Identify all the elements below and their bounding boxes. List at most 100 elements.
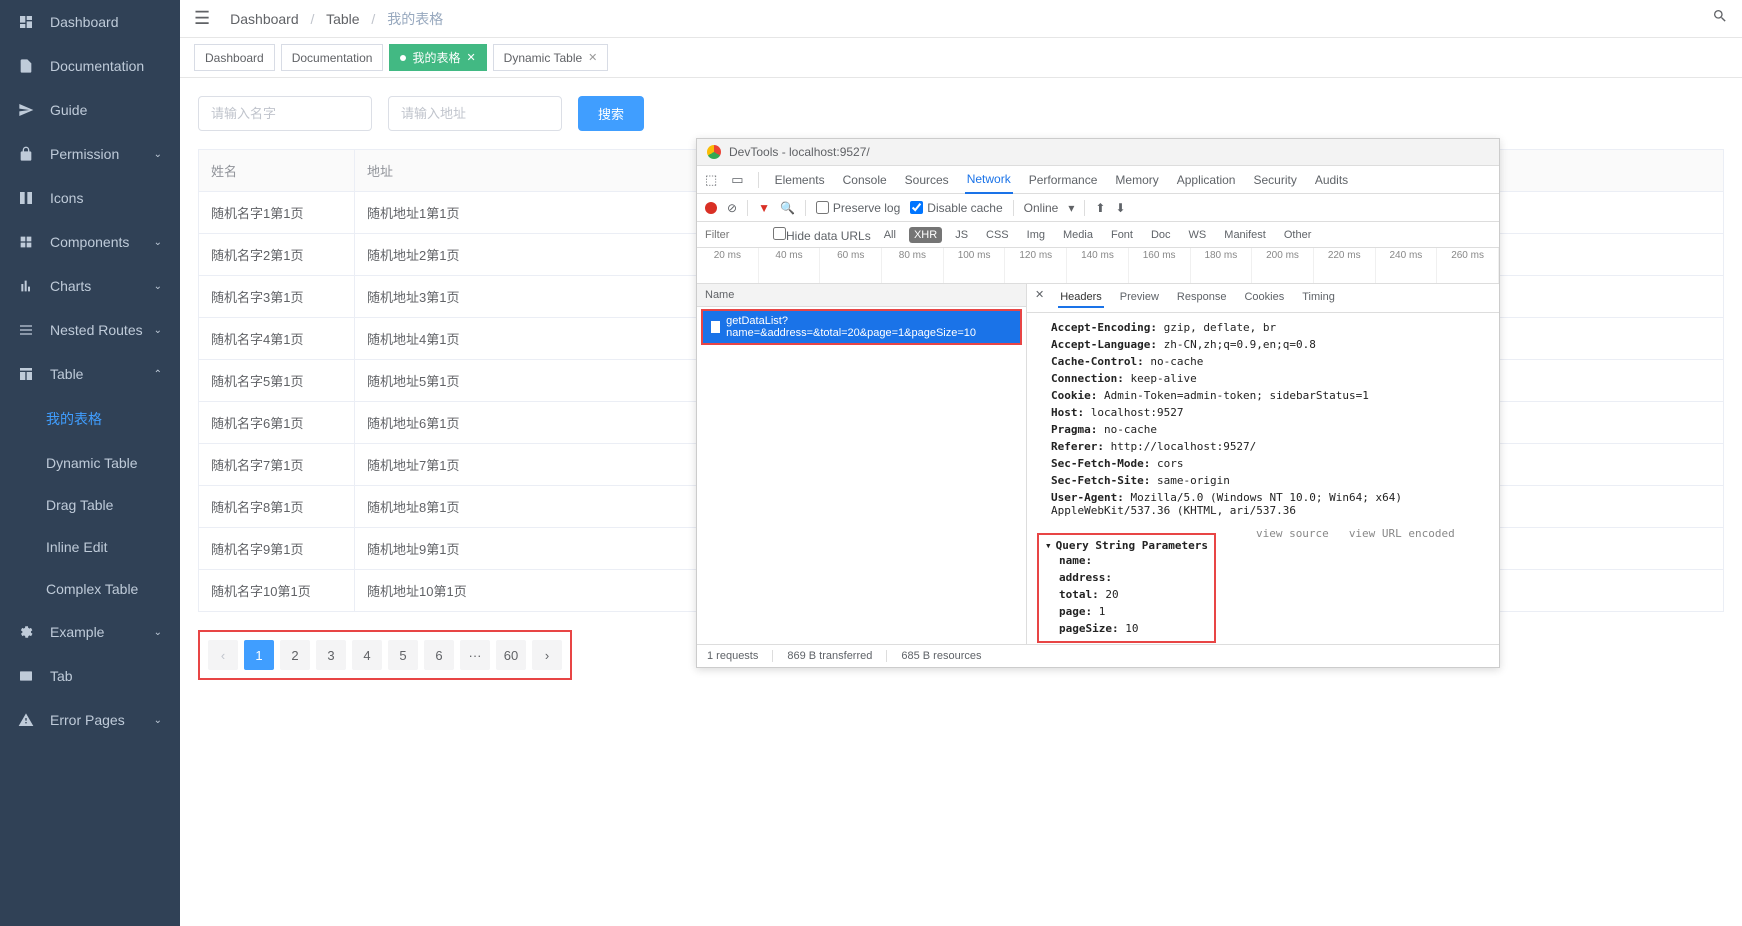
clear-icon[interactable]: ⊘ [727, 201, 737, 215]
close-icon[interactable]: ✕ [466, 51, 475, 64]
sidebar-item-doc[interactable]: Documentation [0, 44, 180, 88]
view-url-encoded-link[interactable]: view URL encoded [1349, 527, 1455, 540]
filter-type-tab[interactable]: Font [1106, 227, 1138, 243]
search-icon[interactable] [1712, 8, 1728, 29]
view-source-link[interactable]: view source [1256, 527, 1329, 540]
sidebar-item-plane[interactable]: Guide [0, 88, 180, 132]
tab[interactable]: Dynamic Table✕ [493, 44, 609, 71]
pager-page[interactable]: 60 [496, 640, 526, 670]
sidebar-item-icons[interactable]: Icons [0, 176, 180, 220]
devtools-tab[interactable]: Network [965, 166, 1013, 194]
filter-type-tab[interactable]: Manifest [1219, 227, 1271, 243]
pager-page[interactable]: 1 [244, 640, 274, 670]
pager-next[interactable]: › [532, 640, 562, 670]
pager-page[interactable]: 5 [388, 640, 418, 670]
name-input[interactable] [198, 96, 372, 131]
address-input[interactable] [388, 96, 562, 131]
pager-prev[interactable]: ‹ [208, 640, 238, 670]
hamburger-icon[interactable]: ☰ [194, 8, 210, 29]
sidebar: DashboardDocumentationGuidePermission⌄Ic… [0, 0, 180, 926]
active-dot-icon [400, 55, 406, 61]
chevron-down-icon: ⌄ [154, 325, 162, 336]
filter-type-tab[interactable]: Other [1279, 227, 1317, 243]
sidebar-subitem[interactable]: Dynamic Table [0, 442, 180, 484]
device-icon[interactable]: ▭ [731, 172, 743, 188]
sidebar-item-example[interactable]: Example⌄ [0, 610, 180, 654]
lock-icon [18, 146, 36, 162]
disable-cache-checkbox[interactable]: Disable cache [910, 201, 1002, 215]
cell-name: 随机名字5第1页 [199, 360, 355, 401]
filter-type-tab[interactable]: All [879, 227, 901, 243]
detail-tab[interactable]: Headers [1058, 288, 1104, 308]
detail-tab[interactable]: Cookies [1242, 288, 1286, 308]
header-line: Cache-Control: no-cache [1037, 353, 1489, 370]
timeline-tick: 160 ms [1129, 248, 1191, 283]
tab[interactable]: 我的表格✕ [389, 44, 486, 71]
devtools-tab[interactable]: Elements [773, 167, 827, 193]
devtools-tab[interactable]: Security [1251, 167, 1298, 193]
filter-input[interactable] [705, 229, 765, 241]
devtools-tab[interactable]: Performance [1027, 167, 1100, 193]
devtools-tab[interactable]: Sources [903, 167, 951, 193]
search-network-icon[interactable]: 🔍 [780, 201, 795, 215]
tab[interactable]: Dashboard [194, 44, 275, 71]
detail-tab[interactable]: Timing [1300, 288, 1337, 308]
sidebar-item-components[interactable]: Components⌄ [0, 220, 180, 264]
sidebar-subitem[interactable]: Complex Table [0, 568, 180, 610]
sidebar-subitem[interactable]: 我的表格 [0, 396, 180, 442]
pager-page[interactable]: 3 [316, 640, 346, 670]
filter-type-tab[interactable]: CSS [981, 227, 1014, 243]
download-icon[interactable]: ⬇ [1115, 201, 1125, 215]
tabs-bar: DashboardDocumentation我的表格✕ Dynamic Table… [180, 38, 1742, 78]
breadcrumb: Dashboard / Table / 我的表格 [230, 9, 443, 29]
filter-type-tab[interactable]: WS [1184, 227, 1212, 243]
pager-page[interactable]: ··· [460, 640, 490, 670]
sidebar-item-charts[interactable]: Charts⌄ [0, 264, 180, 308]
sidebar-item-lock[interactable]: Permission⌄ [0, 132, 180, 176]
breadcrumb-item[interactable]: Table [326, 11, 359, 27]
filter-icon[interactable]: ▼ [758, 201, 770, 215]
sidebar-item-nested[interactable]: Nested Routes⌄ [0, 308, 180, 352]
sidebar-item-dashboard[interactable]: Dashboard [0, 0, 180, 44]
breadcrumb-item[interactable]: Dashboard [230, 11, 299, 27]
sidebar-subitem[interactable]: Inline Edit [0, 526, 180, 568]
filter-type-tab[interactable]: Doc [1146, 227, 1176, 243]
pager-page[interactable]: 2 [280, 640, 310, 670]
filter-type-tab[interactable]: XHR [909, 227, 942, 243]
sidebar-item-table[interactable]: Table⌃ [0, 352, 180, 396]
network-request-row[interactable]: getDataList?name=&address=&total=20&page… [701, 309, 1022, 345]
inspect-icon[interactable]: ⬚ [705, 172, 717, 188]
devtools-tab[interactable]: Memory [1113, 167, 1160, 193]
online-select[interactable]: Online ▾ [1024, 201, 1075, 215]
devtools-titlebar[interactable]: DevTools - localhost:9527/ [697, 139, 1499, 166]
devtools-tab[interactable]: Audits [1313, 167, 1350, 193]
close-icon[interactable]: ✕ [588, 51, 597, 64]
tab[interactable]: Documentation [281, 44, 384, 71]
name-column-header[interactable]: Name [697, 284, 1026, 307]
dashboard-icon [18, 14, 36, 30]
close-icon[interactable]: ✕ [1035, 288, 1044, 308]
filter-type-tab[interactable]: JS [950, 227, 973, 243]
filter-type-tab[interactable]: Img [1022, 227, 1050, 243]
pager-page[interactable]: 6 [424, 640, 454, 670]
sidebar-subitem[interactable]: Drag Table [0, 484, 180, 526]
sidebar-item-tab[interactable]: Tab [0, 654, 180, 698]
chevron-down-icon: ⌄ [154, 281, 162, 292]
sidebar-item-error[interactable]: Error Pages⌄ [0, 698, 180, 742]
header-line: Connection: keep-alive [1037, 370, 1489, 387]
qs-param: address: [1045, 569, 1208, 586]
qs-param: pageSize: 10 [1045, 620, 1208, 637]
detail-tab[interactable]: Preview [1118, 288, 1161, 308]
upload-icon[interactable]: ⬆ [1095, 201, 1105, 215]
timeline-tick: 220 ms [1314, 248, 1376, 283]
hide-urls-checkbox[interactable]: Hide data URLs [773, 227, 871, 243]
detail-tab[interactable]: Response [1175, 288, 1229, 308]
search-button[interactable]: 搜索 [578, 96, 644, 131]
filter-type-tab[interactable]: Media [1058, 227, 1098, 243]
devtools-tab[interactable]: Application [1175, 167, 1238, 193]
record-icon[interactable] [705, 202, 717, 214]
preserve-log-checkbox[interactable]: Preserve log [816, 201, 900, 215]
header-line: Sec-Fetch-Site: same-origin [1037, 472, 1489, 489]
pager-page[interactable]: 4 [352, 640, 382, 670]
devtools-tab[interactable]: Console [841, 167, 889, 193]
